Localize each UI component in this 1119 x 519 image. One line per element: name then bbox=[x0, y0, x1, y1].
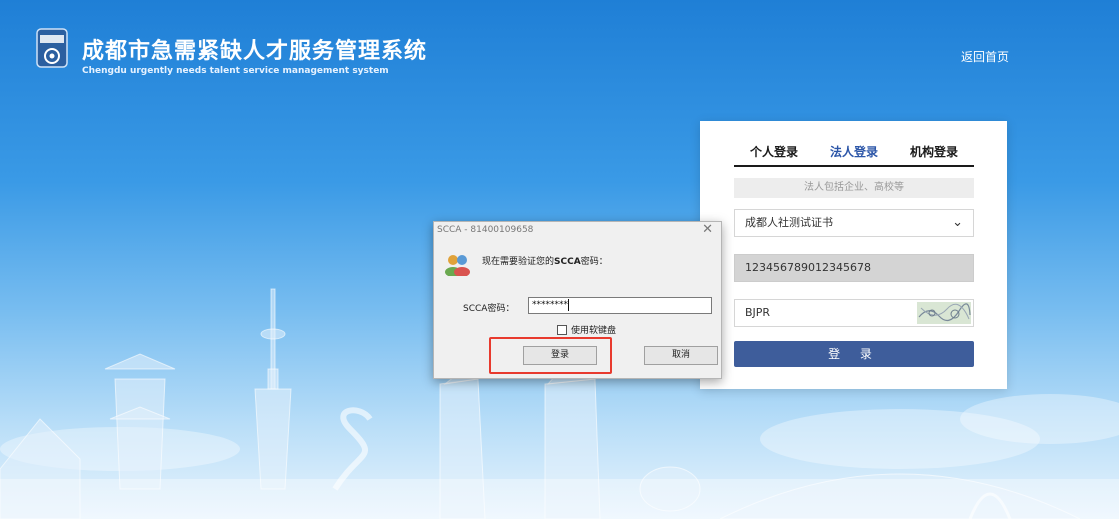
certificate-number-field: 123456789012345678 bbox=[734, 254, 974, 282]
soft-keyboard-checkbox[interactable]: 使用软键盘 bbox=[557, 323, 616, 336]
certificate-select-value: 成都人社测试证书 bbox=[745, 216, 833, 229]
captcha-input[interactable]: BJPR bbox=[734, 299, 974, 327]
login-button[interactable]: 登 录 bbox=[734, 341, 974, 367]
password-field-value: ******** bbox=[532, 300, 568, 310]
scca-password-dialog: SCCA - 81400109658 ✕ 现在需要验证您的SCCA密码： SCC… bbox=[433, 221, 722, 379]
password-field[interactable]: ******** bbox=[528, 297, 712, 314]
captcha-image[interactable] bbox=[917, 302, 971, 324]
dialog-message: 现在需要验证您的SCCA密码： bbox=[482, 254, 608, 267]
login-tabs: 个人登录 法人登录 机构登录 bbox=[734, 143, 974, 167]
soft-keyboard-label: 使用软键盘 bbox=[571, 326, 617, 336]
text-caret bbox=[568, 298, 569, 311]
dialog-message-prefix: 现在需要验证您的 bbox=[482, 257, 555, 267]
back-home-link[interactable]: 返回首页 bbox=[961, 48, 1009, 65]
login-panel: 个人登录 法人登录 机构登录 法人包括企业、高校等 成都人社测试证书 ⌄ 123… bbox=[700, 121, 1007, 389]
emblem-logo bbox=[36, 28, 68, 68]
dialog-title: SCCA - 81400109658 bbox=[437, 225, 534, 235]
dialog-login-button[interactable]: 登录 bbox=[523, 346, 597, 365]
dialog-message-bold: SCCA bbox=[554, 257, 581, 267]
tab-personal-login[interactable]: 个人登录 bbox=[734, 143, 814, 165]
tab-legal-person-login[interactable]: 法人登录 bbox=[814, 143, 894, 165]
legal-person-hint: 法人包括企业、高校等 bbox=[734, 178, 974, 198]
tab-institution-login[interactable]: 机构登录 bbox=[894, 143, 974, 165]
users-icon bbox=[445, 255, 470, 276]
checkbox-box[interactable] bbox=[557, 324, 567, 335]
close-icon[interactable]: ✕ bbox=[702, 222, 713, 237]
site-subtitle: Chengdu urgently needs talent service ma… bbox=[82, 66, 389, 76]
chevron-down-icon: ⌄ bbox=[952, 215, 963, 230]
dialog-message-suffix: 密码： bbox=[580, 257, 608, 267]
dialog-cancel-button[interactable]: 取消 bbox=[644, 346, 718, 365]
captcha-input-value: BJPR bbox=[745, 306, 771, 319]
site-title: 成都市急需紧缺人才服务管理系统 bbox=[82, 39, 428, 64]
password-label: SCCA密码： bbox=[463, 304, 515, 314]
certificate-select[interactable]: 成都人社测试证书 ⌄ bbox=[734, 209, 974, 237]
